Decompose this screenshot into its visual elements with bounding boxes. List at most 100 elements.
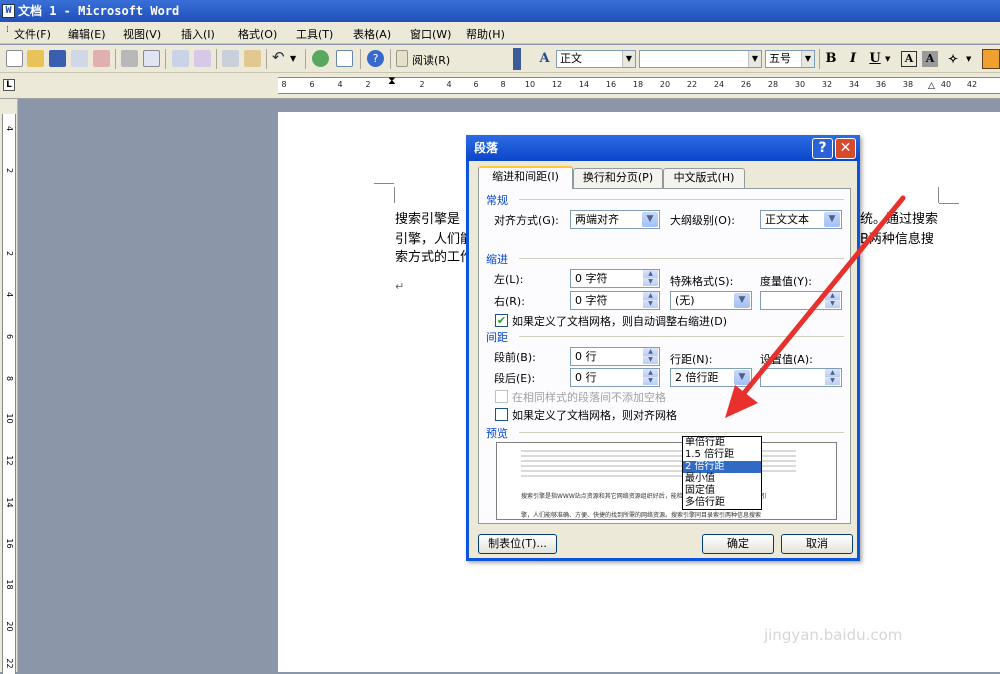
line-spacing-option-at-least[interactable]: 最小值 bbox=[683, 473, 761, 485]
setting-value-spinner[interactable]: ▲ ▼ bbox=[760, 368, 842, 387]
paste-icon[interactable] bbox=[244, 50, 261, 67]
menu-edit[interactable]: 编辑(E) bbox=[68, 26, 106, 42]
spelling-icon[interactable] bbox=[172, 50, 189, 67]
highlight-color-icon[interactable] bbox=[982, 49, 1000, 69]
menu-window[interactable]: 窗口(W) bbox=[410, 26, 451, 42]
tab-indent-spacing[interactable]: 缩进和间距(I) bbox=[478, 166, 573, 189]
font-select[interactable]: ▼ bbox=[639, 50, 762, 68]
right-indent-spinner[interactable]: 0 字符 ▲ ▼ bbox=[570, 291, 660, 310]
vertical-ruler[interactable]: 4 2 2 4 6 8 10 12 14 16 18 20 22 bbox=[0, 99, 18, 674]
outline-level-select[interactable]: 正文文本 ▼ bbox=[760, 210, 842, 229]
copy-icon[interactable] bbox=[222, 50, 239, 67]
alignment-select[interactable]: 两端对齐 ▼ bbox=[570, 210, 660, 229]
cancel-button[interactable]: 取消 bbox=[781, 534, 853, 554]
snap-to-grid-checkbox[interactable] bbox=[495, 408, 508, 421]
hyperlink-globe-icon[interactable] bbox=[312, 50, 329, 67]
chevron-down-icon: ▼ bbox=[642, 212, 658, 227]
menu-tools[interactable]: 工具(T) bbox=[296, 26, 333, 42]
no-space-same-style-checkbox[interactable] bbox=[495, 390, 508, 403]
font-size-select[interactable]: 五号 ▼ bbox=[765, 50, 815, 68]
table-icon[interactable] bbox=[336, 50, 353, 67]
styles-icon[interactable]: A bbox=[536, 50, 553, 67]
menu-file[interactable]: 文件(F) bbox=[14, 26, 51, 42]
menubar-grip-icon: ⁞ bbox=[6, 25, 9, 35]
tabs-button[interactable]: 制表位(T)... bbox=[478, 534, 557, 554]
toolbar-grip-icon[interactable] bbox=[513, 48, 521, 70]
document-text-line[interactable]: B两种信息搜 bbox=[860, 228, 934, 247]
ok-button[interactable]: 确定 bbox=[702, 534, 774, 554]
char-shading-button[interactable]: A bbox=[922, 51, 938, 67]
spin-up-icon[interactable]: ▲ bbox=[643, 369, 658, 377]
tab-asian-typography[interactable]: 中文版式(H) bbox=[663, 168, 745, 188]
document-text-line[interactable]: 搜索引擎是 bbox=[395, 208, 460, 227]
print-icon[interactable] bbox=[121, 50, 138, 67]
spin-up-icon[interactable]: ▲ bbox=[825, 369, 840, 377]
italic-button[interactable]: I bbox=[844, 50, 862, 68]
open-folder-icon[interactable] bbox=[27, 50, 44, 67]
ruler-number: 42 bbox=[966, 80, 978, 89]
section-divider bbox=[519, 336, 844, 337]
close-icon[interactable]: ✕ bbox=[835, 138, 856, 159]
effects-dropdown-icon[interactable]: ▼ bbox=[966, 55, 971, 63]
read-mode-icon[interactable] bbox=[396, 50, 408, 67]
ruler-number: 32 bbox=[821, 80, 833, 89]
ruler-number: 26 bbox=[740, 80, 752, 89]
line-spacing-option-multiple[interactable]: 多倍行距 bbox=[683, 497, 761, 509]
underline-dropdown-icon[interactable]: ▼ bbox=[885, 55, 890, 63]
measure-spinner[interactable]: ▲ ▼ bbox=[760, 291, 842, 310]
spin-up-icon[interactable]: ▲ bbox=[825, 292, 840, 300]
horizontal-ruler[interactable]: L 8 6 4 2 ⧗ 2 4 6 8 10 12 14 16 18 20 22… bbox=[0, 73, 1000, 99]
spin-up-icon[interactable]: ▲ bbox=[643, 348, 658, 356]
first-line-indent-marker-icon[interactable]: ⧗ bbox=[388, 74, 396, 88]
spin-up-icon[interactable]: ▲ bbox=[643, 270, 658, 278]
new-document-icon[interactable] bbox=[6, 50, 23, 67]
tab-line-page-breaks[interactable]: 换行和分页(P) bbox=[573, 168, 663, 188]
left-indent-spinner[interactable]: 0 字符 ▲ ▼ bbox=[570, 269, 660, 288]
document-text-line[interactable]: 引擎，人们能 bbox=[395, 228, 473, 247]
space-before-spinner[interactable]: 0 行 ▲ ▼ bbox=[570, 347, 660, 366]
menu-help[interactable]: 帮助(H) bbox=[466, 26, 505, 42]
line-spacing-option-single[interactable]: 单倍行距 bbox=[683, 437, 761, 449]
right-indent-marker-icon[interactable]: △ bbox=[928, 81, 935, 91]
menu-format[interactable]: 格式(O) bbox=[238, 26, 277, 42]
vertical-ruler-scale[interactable]: 4 2 2 4 6 8 10 12 14 16 18 20 22 bbox=[2, 114, 16, 674]
space-after-spinner[interactable]: 0 行 ▲ ▼ bbox=[570, 368, 660, 387]
ruler-scale[interactable]: 8 6 4 2 ⧗ 2 4 6 8 10 12 14 16 18 20 22 2… bbox=[278, 74, 1000, 94]
document-text-line[interactable]: 索方式的工作 bbox=[395, 246, 473, 265]
underline-button[interactable]: U bbox=[866, 50, 884, 68]
char-border-button[interactable]: A bbox=[901, 51, 917, 67]
help-icon[interactable]: ? bbox=[367, 50, 384, 67]
bold-button[interactable]: B bbox=[822, 50, 840, 68]
permission-icon[interactable] bbox=[71, 50, 88, 67]
spin-down-icon[interactable]: ▼ bbox=[825, 300, 840, 308]
email-icon[interactable] bbox=[93, 50, 110, 67]
menu-insert[interactable]: 插入(I) bbox=[181, 26, 215, 42]
spin-down-icon[interactable]: ▼ bbox=[643, 300, 658, 308]
tab-selector-icon[interactable]: L bbox=[3, 79, 15, 91]
style-select[interactable]: 正文 ▼ bbox=[556, 50, 636, 68]
help-question-icon[interactable]: ? bbox=[812, 138, 833, 159]
line-spacing-option-double[interactable]: 2 倍行距 bbox=[683, 461, 761, 473]
document-text-line[interactable]: 统。通过搜索 bbox=[860, 208, 938, 227]
research-icon[interactable] bbox=[194, 50, 211, 67]
spin-up-icon[interactable]: ▲ bbox=[643, 292, 658, 300]
text-effects-icon[interactable]: ✧ bbox=[944, 50, 962, 68]
menu-table[interactable]: 表格(A) bbox=[353, 26, 391, 42]
line-spacing-option-1-5[interactable]: 1.5 倍行距 bbox=[683, 449, 761, 461]
save-icon[interactable] bbox=[49, 50, 66, 67]
spin-down-icon[interactable]: ▼ bbox=[643, 377, 658, 385]
menu-view[interactable]: 视图(V) bbox=[123, 26, 161, 42]
line-spacing-option-exactly[interactable]: 固定值 bbox=[683, 485, 761, 497]
line-spacing-select[interactable]: 2 倍行距 ▼ bbox=[670, 368, 752, 387]
undo-icon[interactable]: ↶ bbox=[272, 50, 289, 67]
standard-toolbar: ↶ ▼ ? 阅读(R) A 正文 ▼ ▼ 五号 ▼ B I U ▼ A A ✧ ▼ bbox=[0, 45, 1000, 73]
undo-dropdown-icon[interactable]: ▼ bbox=[290, 50, 300, 67]
special-format-select[interactable]: (无) ▼ bbox=[670, 291, 752, 310]
spin-down-icon[interactable]: ▼ bbox=[825, 377, 840, 385]
print-preview-icon[interactable] bbox=[143, 50, 160, 67]
auto-right-indent-checkbox[interactable]: ✔ bbox=[495, 314, 508, 327]
spin-down-icon[interactable]: ▼ bbox=[643, 356, 658, 364]
read-mode-button[interactable]: 阅读(R) bbox=[412, 52, 450, 68]
spin-down-icon[interactable]: ▼ bbox=[643, 278, 658, 286]
dialog-title-bar[interactable]: 段落 ? ✕ bbox=[466, 135, 860, 161]
